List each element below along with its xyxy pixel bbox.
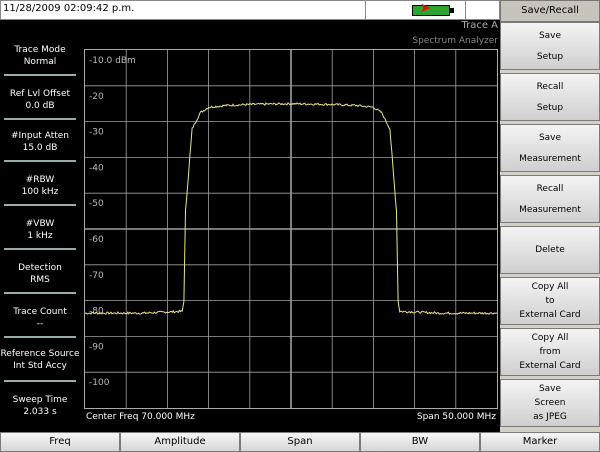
softkey-label: External Card [519, 310, 581, 320]
param-value: RMS [30, 275, 50, 285]
y-tick-label: -10.0 dBm [89, 56, 136, 66]
save-setup-button[interactable]: Save Setup [500, 22, 600, 70]
mode-label: Spectrum Analyzer [412, 36, 498, 46]
softkey-label: Measurement [519, 153, 581, 164]
softkey-label: as JPEG [533, 412, 567, 422]
bw-menu-button[interactable]: BW [360, 432, 480, 452]
softkey-label: Screen [534, 398, 566, 408]
param-sweep-time: Sweep Time 2.033 s [0, 394, 80, 418]
param-value: 1 kHz [27, 231, 53, 241]
softkey-label: Measurement [519, 204, 581, 215]
softkey-label: Save [538, 132, 562, 143]
parameter-panel: Trace Mode Normal Ref Lvl Offset 0.0 dB #I… [0, 22, 80, 430]
param-value: 2.033 s [23, 407, 57, 417]
y-tick-label: -70 [89, 271, 104, 281]
softkey-label: Recall [536, 183, 564, 194]
delete-button[interactable]: Delete [500, 226, 600, 274]
param-label: Ref Lvl Offset [9, 89, 71, 99]
y-tick-label: -60 [89, 235, 104, 245]
param-trace-mode: Trace Mode Normal [0, 44, 80, 68]
param-value: Normal [23, 57, 57, 67]
param-rbw: #RBW 100 kHz [0, 174, 80, 198]
spectrum-plot[interactable]: -10.0 dBm -20 -30 -40 -50 -60 -70 -80 -90 -100 [84, 49, 498, 409]
param-detection: Detection RMS [0, 262, 80, 286]
param-value: -- [36, 319, 44, 329]
softkey-label: Copy All [531, 333, 569, 343]
param-divider [4, 380, 76, 382]
softkey-label: Setup [536, 51, 564, 62]
param-label: #VBW [25, 219, 55, 229]
param-label: Trace Mode [14, 45, 66, 55]
y-tick-label: -40 [89, 163, 104, 173]
param-label: Reference Source [0, 349, 80, 359]
param-divider [4, 204, 76, 206]
status-divider [465, 0, 466, 20]
battery-icon [412, 5, 450, 16]
y-tick-label: -80 [89, 307, 104, 317]
param-value: 100 kHz [21, 187, 59, 197]
softkey-label: to [545, 296, 555, 306]
softkey-label: Setup [536, 102, 564, 113]
param-ref-lvl-offset: Ref Lvl Offset 0.0 dB [0, 88, 80, 112]
center-freq-label: Center Freq 70.000 MHz [86, 412, 195, 422]
param-reference-source: Reference Source Int Std Accy [0, 348, 80, 372]
param-divider [4, 160, 76, 162]
param-divider [4, 118, 76, 120]
softkey-label: External Card [519, 361, 581, 371]
span-label: Span 50.000 MHz [416, 412, 496, 422]
param-divider [4, 248, 76, 250]
param-label: Sweep Time [12, 395, 68, 405]
param-divider [4, 336, 76, 338]
marker-menu-button[interactable]: Marker [480, 432, 600, 452]
param-divider [4, 74, 76, 76]
param-input-atten: #Input Atten 15.0 dB [0, 130, 80, 154]
softkey-label: Save [538, 30, 562, 41]
y-tick-label: -20 [89, 92, 104, 102]
trace-label: Trace A [461, 20, 498, 31]
y-tick-label: -30 [89, 128, 104, 138]
battery-tip-icon [450, 8, 454, 13]
y-tick-label: -90 [89, 342, 104, 352]
softkey-label: Save [538, 384, 562, 394]
param-label: #RBW [25, 175, 55, 185]
param-label: Trace Count [13, 307, 67, 317]
power-plug-icon: ➤ [420, 1, 431, 16]
y-tick-label: -100 [89, 378, 110, 388]
span-menu-button[interactable]: Span [240, 432, 360, 452]
softkey-label: from [539, 347, 561, 357]
softkey-menu-title: Save/Recall [500, 0, 600, 22]
spectrum-chart: -10.0 dBm -20 -30 -40 -50 -60 -70 -80 -90 -100 [85, 50, 497, 408]
copy-all-from-external-card-button[interactable]: Copy All from External Card [500, 328, 600, 376]
param-label: #Input Atten [10, 131, 69, 141]
param-trace-count: Trace Count -- [0, 306, 80, 330]
freq-menu-button[interactable]: Freq [0, 432, 120, 452]
param-value: 0.0 dB [25, 101, 55, 111]
save-measurement-button[interactable]: Save Measurement [500, 124, 600, 172]
recall-setup-button[interactable]: Recall Setup [500, 73, 600, 121]
y-tick-label: -50 [89, 199, 104, 209]
softkey-label: Copy All [531, 282, 569, 292]
datetime: 11/28/2009 02:09:42 p.m. [3, 3, 135, 14]
softkey-label: Delete [535, 245, 565, 255]
status-divider [365, 0, 366, 20]
copy-all-to-external-card-button[interactable]: Copy All to External Card [500, 277, 600, 325]
param-divider [4, 292, 76, 294]
softkey-label: Recall [536, 81, 564, 92]
param-vbw: #VBW 1 kHz [0, 218, 80, 242]
param-value: Int Std Accy [13, 361, 67, 371]
param-value: 15.0 dB [22, 143, 58, 153]
recall-measurement-button[interactable]: Recall Measurement [500, 175, 600, 223]
param-label: Detection [18, 263, 62, 273]
save-screen-as-jpeg-button[interactable]: Save Screen as JPEG [500, 379, 600, 427]
amplitude-menu-button[interactable]: Amplitude [120, 432, 240, 452]
